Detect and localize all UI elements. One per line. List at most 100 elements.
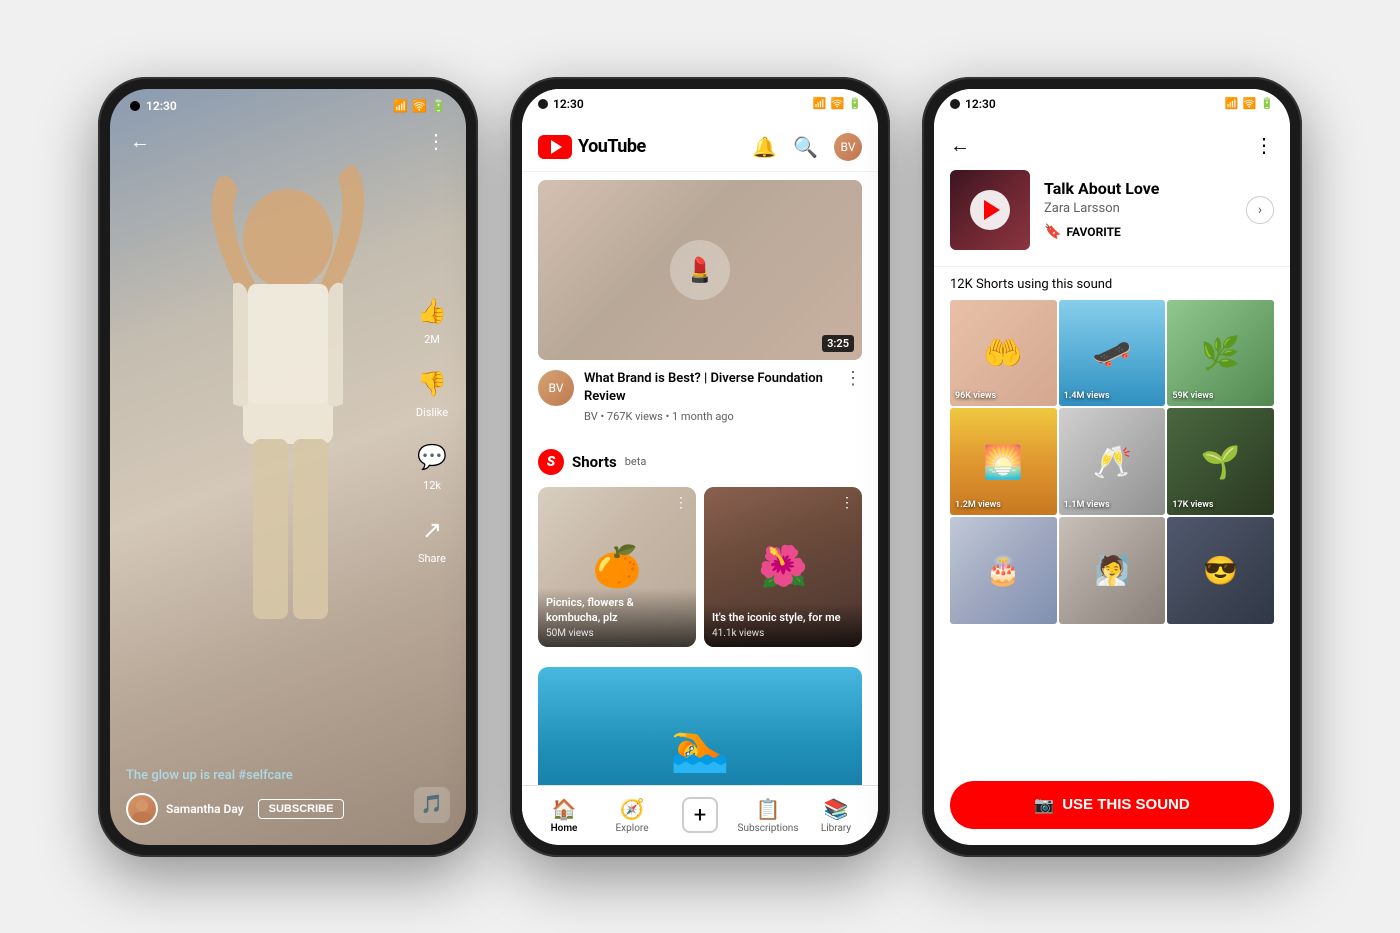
- youtube-logo: YouTube: [538, 135, 646, 159]
- use-sound-button[interactable]: 📷 USE THIS SOUND: [950, 781, 1274, 829]
- camera-dot-2: [538, 99, 548, 109]
- video-more-icon[interactable]: ⋮: [844, 368, 862, 389]
- like-count: 2M: [424, 333, 440, 346]
- sound-details: Talk About Love Zara Larsson 🔖 FAVORITE: [1044, 179, 1232, 240]
- sound-nav-arrow[interactable]: ›: [1246, 196, 1274, 224]
- sound-video-8[interactable]: 🧖: [1059, 517, 1166, 624]
- sound-video-2[interactable]: 🛹 1.4M views: [1059, 300, 1166, 407]
- favorite-button[interactable]: 🔖 FAVORITE: [1044, 224, 1232, 240]
- yt-logo-icon: [538, 135, 572, 159]
- search-icon[interactable]: 🔍: [793, 135, 818, 159]
- video-title[interactable]: What Brand is Best? | Diverse Foundation…: [584, 370, 834, 406]
- yt-play-triangle: [551, 140, 562, 154]
- explore-label: Explore: [616, 823, 649, 834]
- status-bar-phone1: 12:30 📶 🛜 🔋: [110, 89, 466, 119]
- sound-title: Talk About Love: [1044, 179, 1232, 198]
- shorts-actions: 👍 2M 👎 Dislike 💬 12k ↗ Share: [414, 293, 450, 565]
- comment-count: 12k: [423, 479, 441, 492]
- use-sound-label: USE THIS SOUND: [1062, 796, 1190, 813]
- nav-home[interactable]: 🏠 Home: [530, 797, 598, 834]
- sound-info: Talk About Love Zara Larsson 🔖 FAVORITE …: [934, 170, 1290, 267]
- yt-logo-text: YouTube: [578, 136, 646, 157]
- music-button[interactable]: 🎵: [414, 787, 450, 823]
- phone-shell-1: 12:30 📶 🛜 🔋 ← ⋮ 👍: [98, 77, 478, 857]
- short-card-1[interactable]: 🍊 ⋮ Picnics, flowers & kombucha, plz 50M…: [538, 487, 696, 647]
- video-duration: 3:25: [822, 335, 854, 352]
- user-avatar: [126, 793, 158, 825]
- shorts-user-info: Samantha Day SUBSCRIBE: [126, 793, 396, 825]
- phone-2: YouTube 🔔 🔍 BV 💄 3:25: [510, 77, 890, 857]
- subscribe-button[interactable]: SUBSCRIBE: [258, 799, 345, 819]
- shorts-background: [110, 89, 466, 845]
- account-avatar[interactable]: BV: [834, 133, 862, 161]
- nav-subscriptions[interactable]: 📋 Subscriptions: [734, 797, 802, 834]
- shorts-section: S Shorts beta 🍊 ⋮ Pi: [522, 437, 878, 659]
- phone-screen-1: 12:30 📶 🛜 🔋 ← ⋮ 👍: [110, 89, 466, 845]
- sound-video-5[interactable]: 🥂 1.1M views: [1059, 408, 1166, 515]
- home-icon: 🏠: [552, 797, 577, 821]
- short-card-overlay-2: It's the iconic style, for me 41.1k view…: [704, 603, 862, 647]
- use-sound-bar: 📷 USE THIS SOUND: [934, 769, 1290, 845]
- shorts-grid: 🍊 ⋮ Picnics, flowers & kombucha, plz 50M…: [538, 487, 862, 647]
- more-icon[interactable]: ⋮: [426, 129, 446, 154]
- sound-video-4[interactable]: 🌅 1.2M views: [950, 408, 1057, 515]
- yt-main-content: 💄 3:25 BV What Brand is Best? | Diverse …: [522, 172, 878, 808]
- notification-icon[interactable]: 🔔: [752, 135, 777, 159]
- status-bar-phone3: 12:30 📶 🛜 🔋: [934, 89, 1290, 111]
- shorts-beta-label: beta: [625, 455, 647, 468]
- status-icons-2: 📶 🛜 🔋: [813, 97, 862, 111]
- video-sub: BV • 767K views • 1 month ago: [584, 410, 834, 423]
- dislike-icon: 👎: [414, 366, 450, 402]
- nav-library[interactable]: 📚 Library: [802, 797, 870, 834]
- short-card-2[interactable]: 🌺 ⋮ It's the iconic style, for me 41.1k …: [704, 487, 862, 647]
- share-button[interactable]: ↗ Share: [414, 512, 450, 565]
- bottom-nav: 🏠 Home 🧭 Explore + 📋 Subscriptions 📚 Lib…: [522, 785, 878, 845]
- dislike-label: Dislike: [416, 406, 448, 419]
- subscriptions-label: Subscriptions: [738, 823, 799, 834]
- status-icons-3: 📶 🛜 🔋: [1225, 97, 1274, 111]
- explore-icon: 🧭: [620, 797, 645, 821]
- like-button[interactable]: 👍 2M: [414, 293, 450, 346]
- sound-video-grid: 🤲 96K views 🛹 1.4M views 🌿 59K views 🌅 1…: [934, 300, 1290, 624]
- comment-button[interactable]: 💬 12k: [414, 439, 450, 492]
- back-icon[interactable]: ←: [130, 129, 150, 154]
- shorts-section-header: S Shorts beta: [538, 449, 862, 475]
- sound-video-1[interactable]: 🤲 96K views: [950, 300, 1057, 407]
- sound-video-views-1: 96K views: [955, 391, 996, 401]
- hashtag: #selfcare: [238, 768, 292, 783]
- video-card: 💄 3:25 BV What Brand is Best? | Diverse …: [522, 172, 878, 437]
- bookmark-icon: 🔖: [1044, 224, 1061, 240]
- phone-3: 12:30 📶 🛜 🔋 ← ⋮: [922, 77, 1302, 857]
- shorts-top-controls: ← ⋮: [130, 129, 446, 154]
- sound-artist: Zara Larsson: [1044, 201, 1232, 216]
- share-icon: ↗: [414, 512, 450, 548]
- short-card-overlay-1: Picnics, flowers & kombucha, plz 50M vie…: [538, 588, 696, 647]
- shorts-player: 12:30 📶 🛜 🔋 ← ⋮ 👍: [110, 89, 466, 845]
- person-figure: [158, 139, 418, 719]
- sound-video-9[interactable]: 😎: [1167, 517, 1274, 624]
- sound-thumbnail: [950, 170, 1030, 250]
- nav-explore[interactable]: 🧭 Explore: [598, 797, 666, 834]
- time-phone3: 12:30: [965, 97, 996, 111]
- library-icon: 📚: [824, 797, 849, 821]
- sound-video-7[interactable]: 🎂: [950, 517, 1057, 624]
- shorts-logo: S: [538, 449, 564, 475]
- shorts-bottom-info: The glow up is real #selfcare Samantha D…: [126, 768, 396, 825]
- dislike-button[interactable]: 👎 Dislike: [414, 366, 450, 419]
- favorite-label: FAVORITE: [1066, 225, 1120, 239]
- sound-video-views-4: 1.2M views: [955, 500, 1001, 510]
- share-label: Share: [418, 552, 446, 565]
- library-label: Library: [821, 823, 851, 834]
- sound-video-6[interactable]: 🌱 17K views: [1167, 408, 1274, 515]
- nav-add[interactable]: +: [666, 797, 734, 833]
- short-card-title-2: It's the iconic style, for me: [712, 611, 854, 625]
- shorts-label: Shorts: [572, 453, 617, 471]
- video-thumbnail[interactable]: 💄 3:25: [538, 180, 862, 360]
- phone-screen-2: YouTube 🔔 🔍 BV 💄 3:25: [522, 89, 878, 845]
- camera-icon: 📷: [1034, 795, 1054, 815]
- sound-video-3[interactable]: 🌿 59K views: [1167, 300, 1274, 407]
- more-button[interactable]: ⋮: [1254, 133, 1274, 157]
- sound-video-views-6: 17K views: [1172, 500, 1213, 510]
- user-name: Samantha Day: [166, 802, 244, 816]
- back-button[interactable]: ←: [950, 133, 970, 158]
